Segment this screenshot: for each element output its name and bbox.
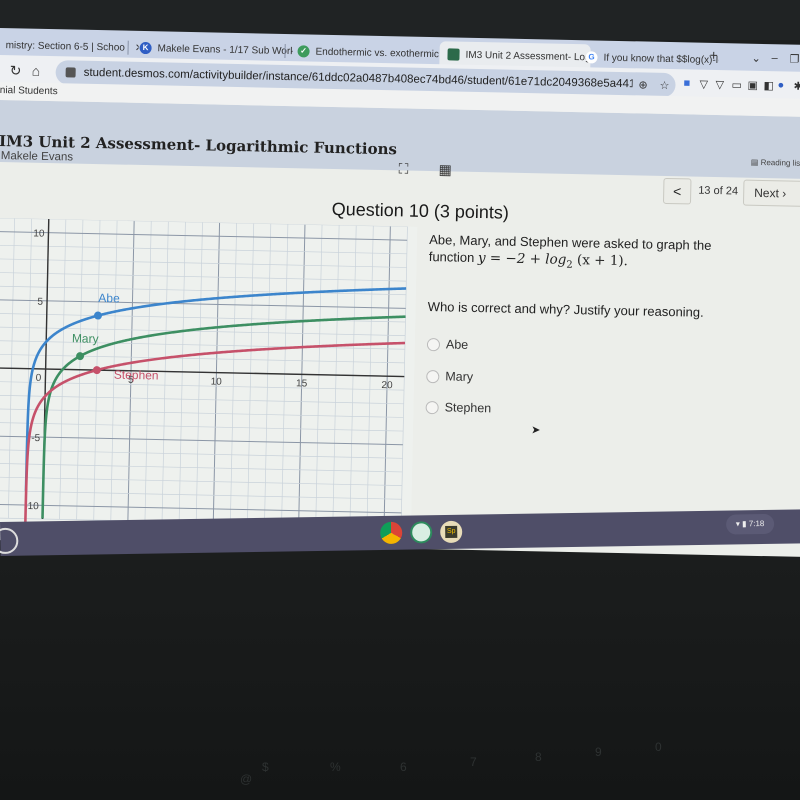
function-suffix: (x + 1).: [572, 252, 629, 270]
tab-label: If you know that $$log(x)-log: [603, 52, 719, 66]
tab-label: Makele Evans - 1/17 Sub Work: [157, 42, 293, 57]
key-seven: 7: [470, 755, 477, 769]
curve-label-abe: Abe: [98, 291, 120, 305]
green-check-icon: ✓: [297, 45, 310, 58]
question-title: Question 10 (3 points): [331, 198, 510, 223]
mouse-cursor-icon: ➤: [531, 424, 541, 437]
key-dollar: $: [262, 760, 269, 774]
extension-icon[interactable]: ◧: [763, 79, 774, 92]
google-icon: G: [585, 51, 598, 64]
choice-mary[interactable]: Mary: [426, 369, 473, 384]
x-tick-label: 15: [296, 378, 308, 389]
x-tick-label: 0: [36, 373, 42, 384]
radio-button[interactable]: [426, 369, 440, 383]
key-percent: %: [330, 760, 341, 774]
calculator-icon[interactable]: ▦: [438, 161, 452, 178]
choice-label: Stephen: [444, 400, 492, 416]
x-tick-label: 20: [381, 380, 393, 391]
function-prefix: y = −2 + log: [477, 250, 567, 268]
tab-search-chevron-icon[interactable]: ⌄: [751, 52, 760, 65]
question-prompt: Abe, Mary, and Stephen were asked to gra…: [429, 231, 750, 277]
laptop-keyboard: @ $ % 6 7 8 9 0: [0, 560, 800, 800]
key-at: @: [240, 772, 253, 786]
question-ask: Who is correct and why? Justify your rea…: [427, 299, 704, 320]
radio-button[interactable]: [426, 337, 441, 351]
launcher-button[interactable]: [0, 527, 19, 555]
y-tick-label: 5: [37, 297, 43, 308]
bookmark-folder[interactable]: nial Students: [0, 85, 58, 97]
prev-label: <: [672, 183, 682, 200]
student-name: Makele Evans: [0, 150, 74, 164]
reading-list-button[interactable]: ▤ Reading list: [751, 158, 800, 168]
radio-button[interactable]: [425, 400, 439, 414]
desmos-icon: [447, 48, 460, 61]
key-zero: 0: [655, 740, 662, 754]
minimize-button[interactable]: –: [771, 52, 777, 64]
tab-label: Endothermic vs. exothermic re: [315, 46, 451, 60]
graph: 0 5 10 15 20-10-5510AbeMaryStephen: [0, 217, 418, 537]
bookmark-star-icon[interactable]: ☆: [660, 78, 670, 91]
reload-icon[interactable]: ↻: [9, 62, 22, 79]
choice-label: Abe: [445, 337, 469, 352]
screen-counter: 13 of 24: [698, 184, 739, 198]
cast-extension-icon[interactable]: ▭: [731, 78, 742, 91]
restore-button[interactable]: ❐: [789, 53, 799, 66]
wifi-icon: ▾: [735, 519, 740, 529]
battery-icon: ▮: [742, 519, 747, 529]
next-screen-button[interactable]: Next ›: [742, 179, 800, 208]
zoom-icon[interactable]: ⊕: [638, 78, 647, 91]
shield-extension-icon[interactable]: ▽: [715, 78, 724, 91]
classroom-icon[interactable]: [410, 521, 433, 544]
desmos-activity-page: IM3 Unit 2 Assessment- Logarithmic Funct…: [0, 100, 800, 558]
profile-avatar[interactable]: ●: [777, 79, 784, 91]
key-six: 6: [400, 760, 407, 774]
y-tick-label: -5: [31, 433, 41, 444]
curve-label-stephen: Stephen: [114, 368, 159, 383]
spark-icon[interactable]: Sp: [440, 520, 463, 544]
shield-extension-icon[interactable]: ▽: [699, 78, 708, 91]
key-nine: 9: [595, 745, 602, 759]
status-tray[interactable]: ▾ ▮ 7:18: [725, 513, 775, 535]
clock: 7:18: [748, 518, 765, 529]
puzzle-extensions-icon[interactable]: ✱: [793, 80, 800, 93]
key-eight: 8: [535, 750, 542, 764]
y-tick-label: 10: [33, 228, 45, 239]
screen-extension-icon[interactable]: ▣: [747, 79, 758, 92]
chevron-right-icon: ›: [782, 186, 787, 201]
tab-label: IM3 Unit 2 Assessment- Logari: [465, 49, 591, 64]
k-icon: K: [139, 41, 152, 55]
choice-abe[interactable]: Abe: [426, 337, 469, 352]
choice-stephen[interactable]: Stephen: [425, 400, 492, 416]
tab-label: mistry: Section 6-5 | Schoo: [5, 39, 126, 54]
function-expression: y = −2 + log2 (x + 1).: [477, 250, 629, 271]
page-info-icon[interactable]: [65, 67, 76, 78]
reading-list-label: Reading list: [760, 157, 800, 168]
home-icon[interactable]: ⌂: [32, 63, 41, 79]
choice-label: Mary: [445, 369, 474, 384]
previous-screen-button[interactable]: <: [662, 177, 692, 205]
chrome-icon[interactable]: [380, 521, 403, 545]
next-label: Next: [754, 185, 780, 201]
fullscreen-icon[interactable]: ⛶: [398, 160, 408, 177]
curve-label-mary: Mary: [72, 331, 99, 346]
x-tick-label: 10: [211, 376, 223, 387]
screen: mistry: Section 6-5 | Schoo ✕ K Makele E…: [0, 0, 800, 800]
new-tab-button[interactable]: +: [709, 47, 718, 63]
translate-extension-icon[interactable]: ■: [683, 77, 690, 89]
